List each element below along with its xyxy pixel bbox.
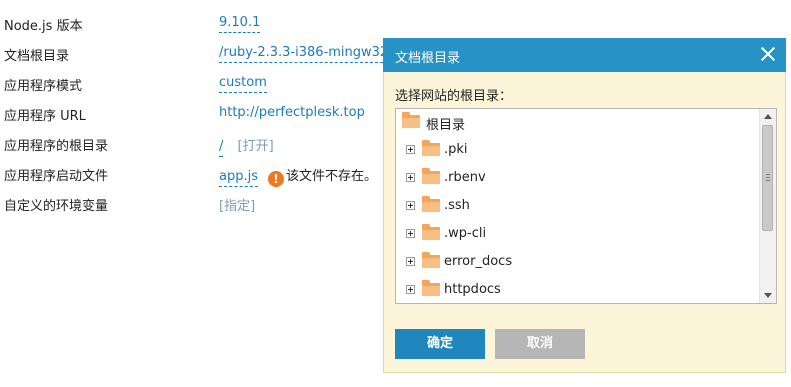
folder-icon <box>422 224 440 240</box>
startup-file-value-group: app.js! 该文件不存在。 <box>219 165 377 187</box>
setting-label: 应用程序模式 <box>4 79 83 94</box>
startup-file-value[interactable]: app.js <box>219 169 258 187</box>
expand-plus-icon[interactable] <box>406 145 415 154</box>
dialog-title: 文档根目录 <box>395 51 461 66</box>
warning-text: 该文件不存在。 <box>286 169 378 184</box>
tree-node-label: httpdocs <box>444 282 501 297</box>
setting-label: 应用程序 URL <box>4 109 86 124</box>
tree-node-label: .rbenv <box>444 170 486 185</box>
folder-icon <box>422 280 440 296</box>
scrollbar-thumb[interactable] <box>762 125 773 231</box>
setting-label: 应用程序的根目录 <box>4 139 109 154</box>
expand-plus-icon[interactable] <box>406 285 415 294</box>
scroll-down-arrow-icon[interactable] <box>764 293 772 298</box>
expand-plus-icon[interactable] <box>406 201 415 210</box>
folder-icon <box>422 252 440 268</box>
app-url-link[interactable]: http://perfectplesk.top <box>219 105 365 120</box>
tree-node-label: error_docs <box>444 254 513 269</box>
folder-icon <box>422 196 440 212</box>
expand-plus-icon[interactable] <box>406 173 415 182</box>
folder-icon <box>422 140 440 156</box>
setting-label: 文档根目录 <box>4 49 70 64</box>
cancel-button[interactable]: 取消 <box>495 329 585 359</box>
document-root-value[interactable]: /ruby-2.3.3-i386-mingw32 <box>219 45 389 63</box>
dialog-header: 文档根目录 <box>383 38 786 72</box>
folder-icon <box>402 112 420 128</box>
expand-plus-icon[interactable] <box>406 229 415 238</box>
warning-icon: ! <box>268 171 284 187</box>
document-root-dialog: 文档根目录 选择网站的根目录： 根目录 .pki .rbenv .ssh .wp… <box>383 38 786 373</box>
setting-label: Node.js 版本 <box>4 19 83 34</box>
tree-node-label: .pki <box>444 142 468 157</box>
scroll-up-arrow-icon[interactable] <box>764 114 772 119</box>
tree-node-label: 根目录 <box>426 118 466 133</box>
nodejs-version-value[interactable]: 9.10.1 <box>219 15 261 33</box>
setting-label: 自定义的环境变量 <box>4 199 109 214</box>
folder-tree: 根目录 .pki .rbenv .ssh .wp-cli error_docs <box>395 108 777 304</box>
app-root-value-group: / [打开] <box>219 135 274 157</box>
tree-scrollbar[interactable] <box>759 109 776 303</box>
ok-button[interactable]: 确定 <box>395 329 485 359</box>
dialog-prompt: 选择网站的根目录： <box>395 89 513 104</box>
expand-plus-icon[interactable] <box>406 257 415 266</box>
specify-env-link[interactable]: [指定] <box>219 195 255 214</box>
open-link[interactable]: [打开] <box>238 139 274 154</box>
app-root-value[interactable]: / <box>219 139 224 157</box>
app-mode-value[interactable]: custom <box>219 75 267 93</box>
tree-node-label: .wp-cli <box>444 226 487 241</box>
tree-node-label: .ssh <box>444 198 470 213</box>
folder-icon <box>422 168 440 184</box>
close-icon[interactable] <box>759 45 777 63</box>
setting-label: 应用程序启动文件 <box>4 169 109 184</box>
